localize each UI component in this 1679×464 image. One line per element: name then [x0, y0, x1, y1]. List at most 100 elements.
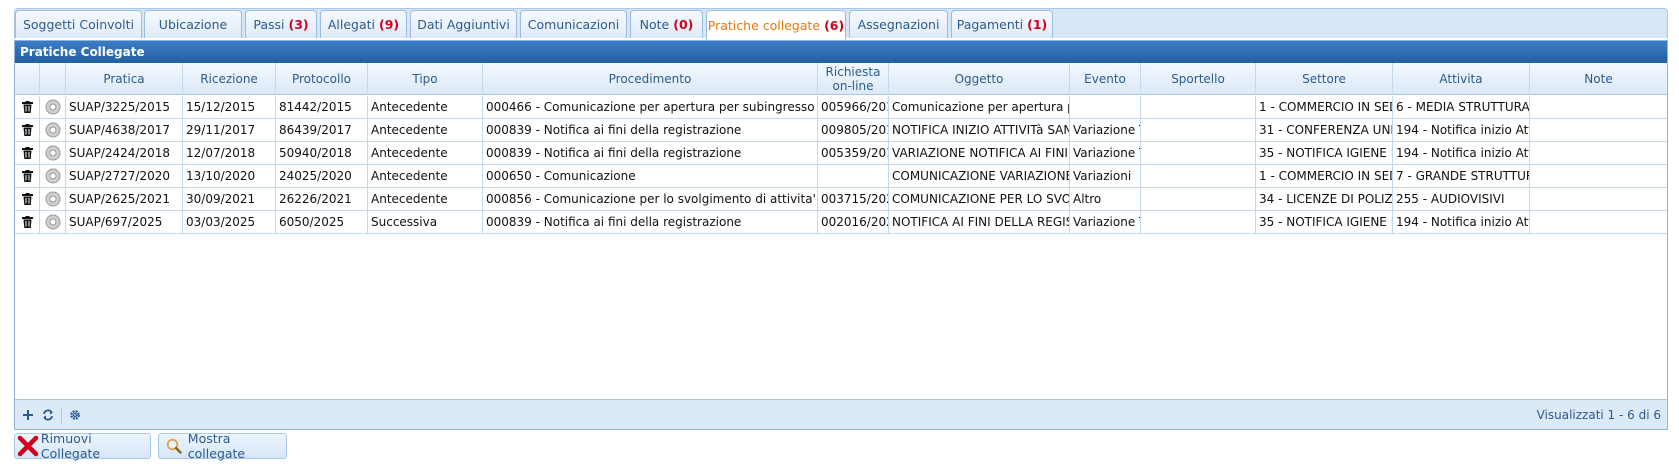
cell-evento: Variazione Tip: [1070, 211, 1141, 233]
cell-tipo: Antecedente: [368, 119, 483, 141]
tab-note[interactable]: Note (0): [630, 10, 703, 38]
table-row[interactable]: SUAP/3225/2015 15/12/2015 81442/2015 Ant…: [15, 96, 1667, 119]
table-row[interactable]: SUAP/2625/2021 30/09/2021 26226/2021 Ant…: [15, 188, 1667, 211]
trash-icon[interactable]: [15, 119, 40, 141]
disc-icon[interactable]: [40, 165, 66, 187]
tab-count: (9): [379, 17, 400, 32]
tab-pratiche-collegate[interactable]: Pratiche collegate (6): [706, 10, 846, 40]
cell-oggetto: NOTIFICA INIZIO ATTIVITà SANITAR: [889, 119, 1070, 141]
disc-icon[interactable]: [40, 188, 66, 210]
disc-icon[interactable]: [40, 211, 66, 233]
cell-settore: 35 - NOTIFICA IGIENE DEI F: [1256, 211, 1393, 233]
cell-protocollo: 24025/2020: [276, 165, 368, 187]
cell-attivita: 255 - AUDIOVISIVI: [1393, 188, 1530, 210]
disc-icon[interactable]: [40, 119, 66, 141]
column-header-oggetto[interactable]: Oggetto: [889, 63, 1070, 95]
cell-settore: 31 - CONFERENZA UNICA F: [1256, 119, 1393, 141]
gear-icon[interactable]: [66, 406, 84, 424]
cell-attivita: 194 - Notifica inizio Attività: [1393, 211, 1530, 233]
tab-passi[interactable]: Passi (3): [245, 10, 317, 38]
cell-procedimento: 000839 - Notifica ai fini della registra…: [483, 119, 818, 141]
refresh-icon[interactable]: [39, 406, 57, 424]
cell-protocollo: 81442/2015: [276, 96, 368, 118]
tab-comunicazioni[interactable]: Comunicazioni: [520, 10, 627, 38]
cell-sportello: [1141, 96, 1256, 118]
cell-settore: 1 - COMMERCIO IN SEDE F: [1256, 96, 1393, 118]
cell-evento: Variazione Tip: [1070, 142, 1141, 164]
cell-attivita: 194 - Notifica inizio Attività: [1393, 142, 1530, 164]
cell-note: [1530, 119, 1667, 141]
tab-dati-aggiuntivi[interactable]: Dati Aggiuntivi: [410, 10, 517, 38]
cell-oggetto: COMUNICAZIONE PER LO SVOLGIM: [889, 188, 1070, 210]
tab-pagamenti[interactable]: Pagamenti (1): [951, 10, 1053, 38]
panel-title: Pratiche Collegate: [15, 41, 1667, 63]
cell-attivita: 7 - GRANDE STRUTTURA D: [1393, 165, 1530, 187]
tab-ubicazione[interactable]: Ubicazione: [144, 10, 242, 38]
cell-tipo: Antecedente: [368, 96, 483, 118]
column-header-settore[interactable]: Settore: [1256, 63, 1393, 95]
tab-assegnazioni[interactable]: Assegnazioni: [849, 10, 948, 38]
cell-attivita: 6 - MEDIA STRUTTURA DI V: [1393, 96, 1530, 118]
tab-soggetti-coinvolti[interactable]: Soggetti Coinvolti: [15, 10, 142, 38]
cell-pratica: SUAP/4638/2017: [66, 119, 183, 141]
cell-evento: Variazione Tip: [1070, 119, 1141, 141]
trash-icon[interactable]: [15, 165, 40, 187]
plus-icon[interactable]: [19, 406, 37, 424]
cell-evento: Altro: [1070, 188, 1141, 210]
column-header-pratica[interactable]: Pratica: [66, 63, 183, 95]
column-header-attivita[interactable]: Attivita: [1393, 63, 1530, 95]
column-header-richiesta-online[interactable]: Richiesta on-line: [818, 63, 889, 95]
column-header-note[interactable]: Note: [1530, 63, 1667, 95]
remove-linked-button[interactable]: Rimuovi Collegate: [14, 431, 151, 461]
trash-icon[interactable]: [15, 142, 40, 164]
column-header-tipo[interactable]: Tipo: [368, 63, 483, 95]
tab-bar: Soggetti Coinvolti Ubicazione Passi (3) A…: [14, 8, 1668, 40]
trash-icon[interactable]: [15, 188, 40, 210]
cell-attivita: 194 - Notifica inizio Attività: [1393, 119, 1530, 141]
cell-ricezione: 29/11/2017: [183, 119, 276, 141]
table-row[interactable]: SUAP/2424/2018 12/07/2018 50940/2018 Ant…: [15, 142, 1667, 165]
column-header-sportello[interactable]: Sportello: [1141, 63, 1256, 95]
cell-ricezione: 12/07/2018: [183, 142, 276, 164]
table-row[interactable]: SUAP/697/2025 03/03/2025 6050/2025 Succe…: [15, 211, 1667, 234]
cell-pratica: SUAP/697/2025: [66, 211, 183, 233]
cell-sportello: [1141, 142, 1256, 164]
cell-oggetto: VARIAZIONE NOTIFICA AI FINI DELL: [889, 142, 1070, 164]
cell-sportello: [1141, 211, 1256, 233]
cell-evento: Variazioni: [1070, 165, 1141, 187]
show-linked-button[interactable]: Mostra collegate: [158, 431, 287, 461]
tab-count: (3): [288, 17, 309, 32]
cell-note: [1530, 96, 1667, 118]
trash-icon[interactable]: [15, 211, 40, 233]
cell-tipo: Antecedente: [368, 142, 483, 164]
grid-header: Pratica Ricezione Protocollo Tipo Proced…: [15, 63, 1667, 95]
column-header-evento[interactable]: Evento: [1070, 63, 1141, 95]
tab-allegati[interactable]: Allegati (9): [320, 10, 407, 38]
cell-richiesta: 005966/2015: [818, 96, 889, 118]
column-header-protocollo[interactable]: Protocollo: [276, 63, 368, 95]
column-header-ricezione[interactable]: Ricezione: [183, 63, 276, 95]
cell-pratica: SUAP/2424/2018: [66, 142, 183, 164]
cell-settore: 35 - NOTIFICA IGIENE DEI F: [1256, 142, 1393, 164]
cell-oggetto: COMUNICAZIONE VARIAZIONE LEG: [889, 165, 1070, 187]
show-linked-label: Mostra collegate: [187, 431, 246, 461]
remove-linked-label: Rimuovi Collegate: [40, 431, 101, 461]
cell-note: [1530, 211, 1667, 233]
column-header-procedimento[interactable]: Procedimento: [483, 63, 818, 95]
cell-richiesta: 002016/2025: [818, 211, 889, 233]
cell-procedimento: 000856 - Comunicazione per lo svolgiment…: [483, 188, 818, 210]
cell-richiesta: [818, 165, 889, 187]
cell-pratica: SUAP/2727/2020: [66, 165, 183, 187]
magnifier-icon: [164, 435, 185, 457]
cell-procedimento: 000839 - Notifica ai fini della registra…: [483, 142, 818, 164]
table-row[interactable]: SUAP/4638/2017 29/11/2017 86439/2017 Ant…: [15, 119, 1667, 142]
table-row[interactable]: SUAP/2727/2020 13/10/2020 24025/2020 Ant…: [15, 165, 1667, 188]
cell-tipo: Antecedente: [368, 165, 483, 187]
disc-icon[interactable]: [40, 142, 66, 164]
cell-settore: 34 - LICENZE DI POLIZIA AI: [1256, 188, 1393, 210]
disc-icon[interactable]: [40, 96, 66, 118]
cell-oggetto: NOTIFICA AI FINI DELLA REGISTRAZ: [889, 211, 1070, 233]
trash-icon[interactable]: [15, 96, 40, 118]
cell-procedimento: 000466 - Comunicazione per apertura per …: [483, 96, 818, 118]
cell-procedimento: 000839 - Notifica ai fini della registra…: [483, 211, 818, 233]
